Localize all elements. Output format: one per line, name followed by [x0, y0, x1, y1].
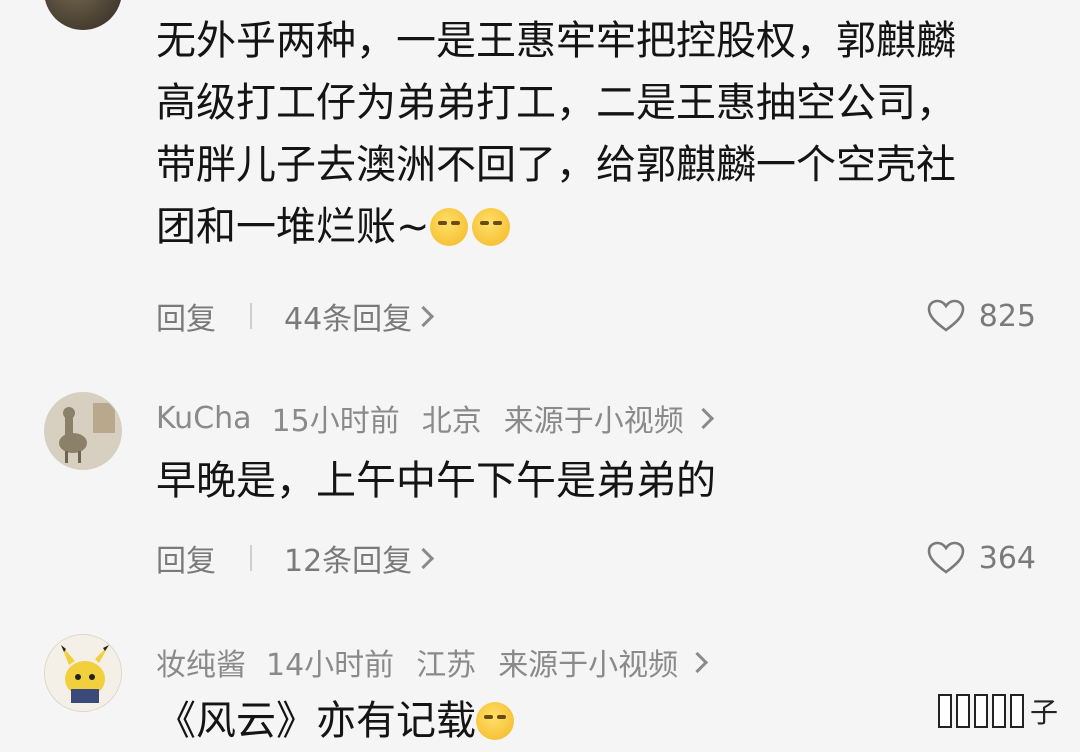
like-button[interactable]: 364 — [927, 541, 1036, 576]
alpaca-avatar-icon — [45, 393, 121, 469]
avatar[interactable] — [44, 0, 122, 30]
comment-meta: 妆纯酱 14小时前 江苏 来源于小视频 — [156, 640, 709, 684]
source-link[interactable]: 来源于小视频 — [498, 640, 678, 684]
comment-actions: 回复 12条回复 364 — [156, 536, 1036, 580]
username[interactable]: 妆纯酱 — [156, 640, 246, 684]
username[interactable]: KuCha — [156, 401, 252, 436]
like-count: 364 — [978, 540, 1036, 576]
heart-icon — [927, 541, 965, 574]
chevron-right-icon — [413, 547, 435, 569]
reply-button[interactable]: 回复 — [156, 536, 216, 580]
timestamp: 15小时前 — [271, 404, 400, 439]
watermark: 子 — [908, 692, 1058, 730]
comment-meta: KuCha 15小时前 北京 来源于小视频 — [156, 396, 714, 440]
pikachu-avatar-icon — [45, 635, 121, 711]
location: 北京 — [421, 404, 482, 439]
avatar[interactable] — [44, 634, 122, 712]
comment-text: 无外乎两种，一是王惠牢牢把控股权，郭麒麟 高级打工仔为弟弟打工，二是王惠抽空公司… — [156, 18, 956, 250]
timestamp: 14小时前 — [266, 648, 395, 683]
like-button[interactable]: 825 — [927, 299, 1036, 334]
like-count: 825 — [978, 298, 1036, 334]
divider — [250, 303, 252, 329]
smirk-emoji-icon — [429, 208, 468, 246]
chevron-right-icon — [692, 407, 714, 429]
chevron-right-icon — [413, 305, 435, 327]
comment-actions: 回复 44条回复 825 — [156, 294, 1036, 338]
divider — [250, 545, 252, 571]
location: 江苏 — [416, 648, 477, 683]
view-replies-link[interactable]: 44条回复 — [284, 294, 435, 338]
avatar[interactable] — [44, 392, 122, 470]
smirk-emoji-icon — [476, 702, 514, 740]
smirk-emoji-icon — [471, 208, 510, 246]
watermark-text: 子 — [1029, 696, 1058, 729]
reply-button[interactable]: 回复 — [156, 294, 216, 338]
view-replies-link[interactable]: 12条回复 — [284, 536, 435, 580]
chevron-right-icon — [687, 651, 709, 673]
source-link[interactable]: 来源于小视频 — [504, 396, 684, 440]
comment-text: 早晚是，上午中午下午是弟弟的 — [156, 458, 716, 504]
heart-icon — [927, 299, 965, 332]
